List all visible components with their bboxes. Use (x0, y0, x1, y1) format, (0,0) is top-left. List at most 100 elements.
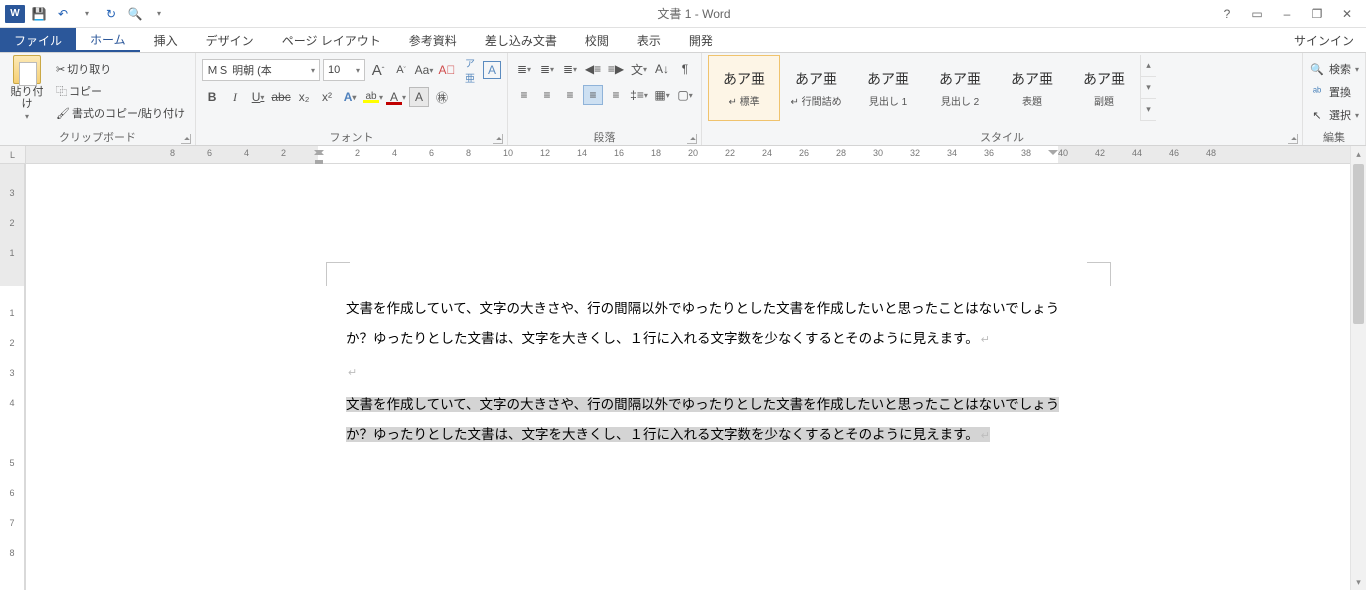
scroll-thumb[interactable] (1353, 164, 1364, 324)
strikethrough-button[interactable]: abc (271, 87, 291, 107)
grow-font-button[interactable]: Aˆ (368, 60, 388, 80)
superscript-button[interactable]: x² (317, 87, 337, 107)
sign-in-link[interactable]: サインイン (1282, 28, 1366, 52)
shading-button[interactable]: ▦▾ (652, 85, 672, 105)
character-border-button[interactable]: A (483, 61, 501, 79)
clipboard-launcher[interactable] (181, 134, 191, 144)
left-indent-marker[interactable] (314, 146, 324, 162)
sort-button[interactable]: A↓ (652, 59, 672, 79)
scroll-down-button[interactable]: ▾ (1351, 574, 1366, 590)
minimize-button[interactable]: – (1278, 7, 1296, 21)
help-button[interactable]: ? (1218, 7, 1236, 21)
tab-review[interactable]: 校閲 (571, 28, 623, 52)
tab-page-layout[interactable]: ページ レイアウト (268, 28, 395, 52)
font-color-button[interactable]: A▾ (386, 87, 406, 107)
show-marks-button[interactable]: ¶ (675, 59, 695, 79)
horizontal-ruler[interactable]: 8642246810121416182022242628303234363840… (26, 146, 1350, 164)
font-launcher[interactable] (493, 134, 503, 144)
tab-design[interactable]: デザイン (192, 28, 268, 52)
select-button[interactable]: ↖選択▾ (1309, 105, 1359, 125)
group-label-editing: 編集 (1323, 132, 1345, 144)
style-no-spacing[interactable]: あア亜↵ 行間詰め (780, 55, 852, 121)
font-name-combo[interactable]: ＭＳ 明朝 (本▾ (202, 59, 320, 81)
document-body[interactable]: 文書を作成していて、文字の大きさや、行の間隔以外でゆったりとした文書を作成したい… (346, 294, 1086, 453)
text-effects-button[interactable]: A▾ (340, 87, 360, 107)
clear-formatting-button[interactable]: A⃠ (437, 60, 457, 80)
cut-button[interactable]: ✂切り取り (52, 59, 189, 79)
vertical-scrollbar[interactable]: ▴ ▾ (1350, 146, 1366, 590)
save-button[interactable]: 💾 (28, 3, 50, 25)
style-title[interactable]: あア亜表題 (996, 55, 1068, 121)
print-preview-button[interactable]: 🔍 (124, 3, 146, 25)
character-shading-button[interactable]: A (409, 87, 429, 107)
tab-home[interactable]: ホーム (76, 28, 140, 52)
undo-dropdown[interactable]: ▾ (76, 3, 98, 25)
multilevel-list-button[interactable]: ≣▾ (560, 59, 580, 79)
tab-view[interactable]: 表示 (623, 28, 675, 52)
style-heading1[interactable]: あア亜見出し 1 (852, 55, 924, 121)
tab-references[interactable]: 参考資料 (395, 28, 471, 52)
paragraph-1[interactable]: 文書を作成していて、文字の大きさや、行の間隔以外でゆったりとした文書を作成したい… (346, 294, 1086, 355)
quick-access-toolbar: W 💾 ↶ ▾ ↻ 🔍 ▾ (0, 3, 170, 25)
redo-button[interactable]: ↻ (100, 3, 122, 25)
subscript-button[interactable]: x₂ (294, 87, 314, 107)
tab-selector[interactable]: L (0, 146, 25, 164)
font-size-combo[interactable]: 10▾ (323, 59, 365, 81)
close-button[interactable]: ✕ (1338, 7, 1356, 21)
underline-button[interactable]: U▾ (248, 87, 268, 107)
numbering-button[interactable]: ≣▾ (537, 59, 557, 79)
justify-button[interactable]: ≡ (583, 85, 603, 105)
style-subtitle[interactable]: あア亜副題 (1068, 55, 1140, 121)
align-left-button[interactable]: ≡ (514, 85, 534, 105)
paragraph-blank[interactable] (346, 357, 1086, 388)
decrease-indent-button[interactable]: ◀≡ (583, 59, 603, 79)
page-surface[interactable]: 文書を作成していて、文字の大きさや、行の間隔以外でゆったりとした文書を作成したい… (26, 164, 1350, 590)
text-direction-button[interactable]: 文▾ (629, 59, 649, 79)
paste-button[interactable]: 貼り付け ▾ (6, 55, 48, 121)
ribbon-options-button[interactable]: ▭ (1248, 7, 1266, 21)
vertical-ruler-gutter: L 32112345678 (0, 146, 26, 590)
hruler-tick: 48 (1206, 148, 1216, 158)
scroll-up-button[interactable]: ▴ (1351, 146, 1366, 162)
style-gallery-scroll[interactable]: ▴▾▾ (1140, 55, 1156, 121)
align-center-button[interactable]: ≡ (537, 85, 557, 105)
align-right-button[interactable]: ≡ (560, 85, 580, 105)
group-clipboard: 貼り付け ▾ ✂切り取り ⿻コピー 🖌書式のコピー/貼り付け クリップボード (0, 53, 196, 145)
bullets-button[interactable]: ≣▾ (514, 59, 534, 79)
borders-button[interactable]: ▢▾ (675, 85, 695, 105)
hruler-tick: 18 (651, 148, 661, 158)
tab-insert[interactable]: 挿入 (140, 28, 192, 52)
format-painter-button[interactable]: 🖌書式のコピー/貼り付け (52, 103, 189, 123)
restore-button[interactable]: ❐ (1308, 7, 1326, 21)
shrink-font-button[interactable]: Aˇ (391, 60, 411, 80)
styles-launcher[interactable] (1288, 134, 1298, 144)
vruler-tick: 1 (0, 248, 24, 258)
hruler-tick: 36 (984, 148, 994, 158)
find-button[interactable]: 🔍検索▾ (1309, 59, 1359, 79)
style-heading2[interactable]: あア亜見出し 2 (924, 55, 996, 121)
enclose-characters-button[interactable]: ㊑ (432, 87, 452, 107)
hruler-tick: 46 (1169, 148, 1179, 158)
paragraph-launcher[interactable] (687, 134, 697, 144)
highlight-button[interactable]: ab▾ (363, 87, 383, 107)
change-case-button[interactable]: Aa▾ (414, 60, 434, 80)
title-bar: W 💾 ↶ ▾ ↻ 🔍 ▾ 文書 1 - Word ? ▭ – ❐ ✕ (0, 0, 1366, 28)
phonetic-guide-button[interactable]: ア亜 (460, 60, 480, 80)
undo-button[interactable]: ↶ (52, 3, 74, 25)
line-spacing-button[interactable]: ‡≡▾ (629, 85, 649, 105)
right-indent-marker[interactable] (1048, 146, 1058, 162)
qat-customize-dropdown[interactable]: ▾ (148, 3, 170, 25)
vruler-tick: 8 (0, 548, 24, 558)
increase-indent-button[interactable]: ≡▶ (606, 59, 626, 79)
tab-mailings[interactable]: 差し込み文書 (471, 28, 571, 52)
bold-button[interactable]: B (202, 87, 222, 107)
tab-developer[interactable]: 開発 (675, 28, 727, 52)
italic-button[interactable]: I (225, 87, 245, 107)
style-normal[interactable]: あア亜↵ 標準 (708, 55, 780, 121)
vertical-ruler[interactable]: 32112345678 (0, 164, 25, 590)
paragraph-2-selected[interactable]: 文書を作成していて、文字の大きさや、行の間隔以外でゆったりとした文書を作成したい… (346, 390, 1086, 451)
distributed-button[interactable]: ≡ (606, 85, 626, 105)
replace-button[interactable]: ᵃᵇ置換 (1309, 82, 1359, 102)
copy-button[interactable]: ⿻コピー (52, 81, 189, 101)
tab-file[interactable]: ファイル (0, 28, 76, 52)
